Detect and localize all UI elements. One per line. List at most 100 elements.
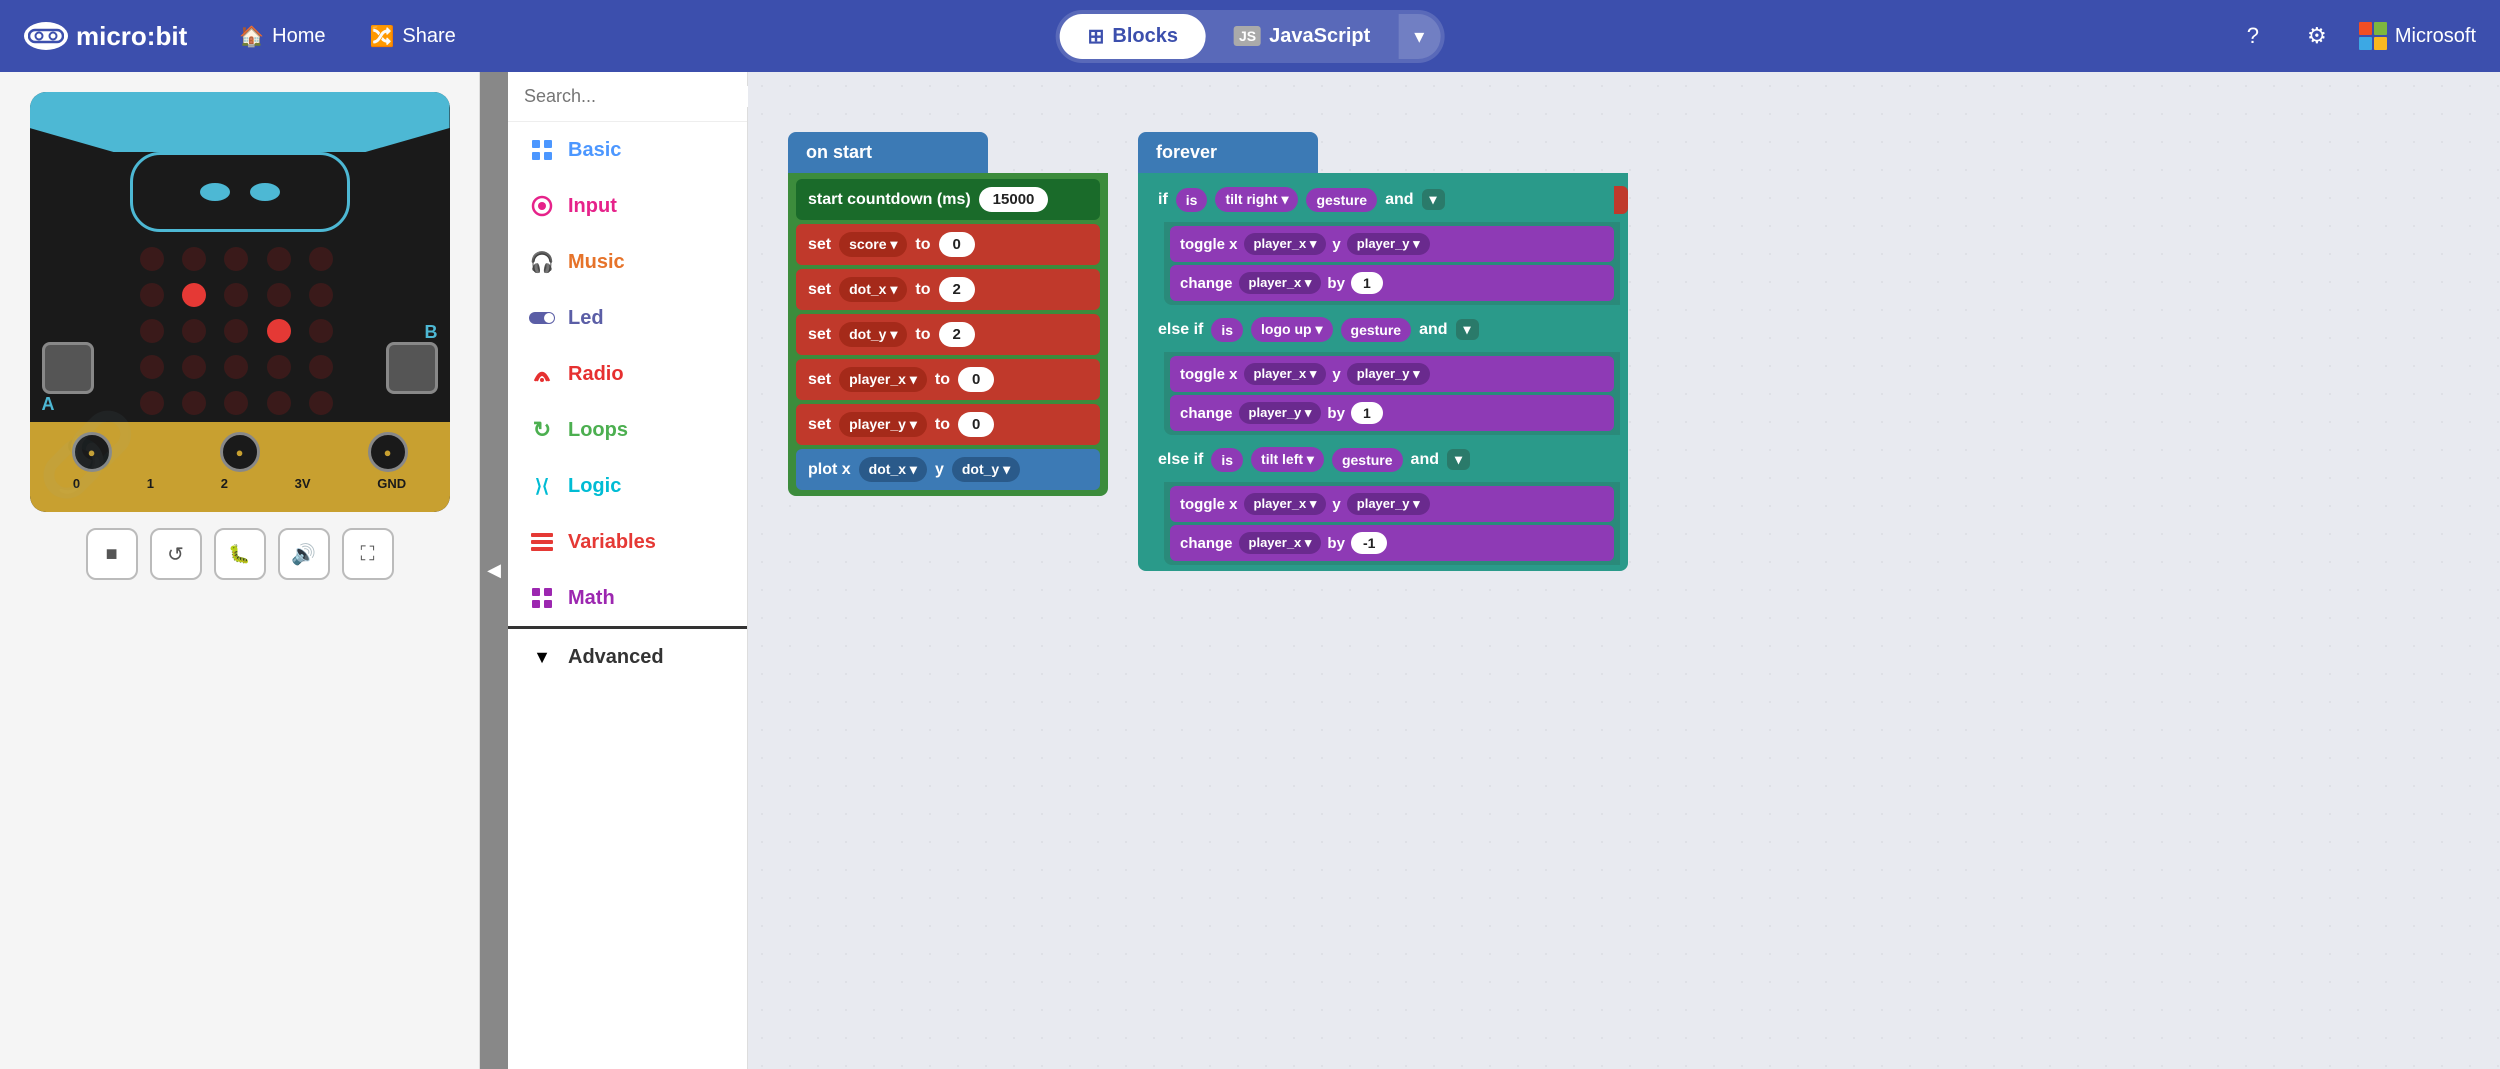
score-value[interactable]: 0 <box>939 232 975 257</box>
elseif1-change-value[interactable]: 1 <box>1351 402 1383 424</box>
restart-button[interactable]: ↺ <box>150 528 202 580</box>
elseif2-change-value[interactable]: -1 <box>1351 532 1387 554</box>
led-label: Led <box>568 307 604 330</box>
toolbox-item-input[interactable]: Input <box>508 178 747 234</box>
toolbox-item-variables[interactable]: Variables <box>508 514 747 570</box>
button-b[interactable] <box>386 342 438 394</box>
blocks-tab[interactable]: ⊞ Blocks <box>1060 14 1206 59</box>
debug-button[interactable]: 🐛 <box>214 528 266 580</box>
elseif2-and-dropdown[interactable]: ▾ <box>1447 449 1470 470</box>
elseif1-change-dropdown[interactable]: player_y ▾ <box>1239 402 1322 424</box>
elseif1-is[interactable]: is <box>1211 318 1243 342</box>
microbit-logo-svg <box>28 26 64 46</box>
input-label: Input <box>568 195 617 218</box>
elseif2-change-dropdown[interactable]: player_x ▾ <box>1239 532 1322 554</box>
elseif1-gesture-dropdown[interactable]: logo up ▾ <box>1251 317 1332 342</box>
score-dropdown[interactable]: score ▾ <box>839 232 907 257</box>
javascript-tab[interactable]: JS JavaScript <box>1206 15 1398 58</box>
fullscreen-icon: ⛶ <box>361 543 375 566</box>
dotx-dropdown[interactable]: dot_x ▾ <box>839 277 907 302</box>
change-label1: change <box>1180 275 1233 292</box>
workspace[interactable]: on start start countdown (ms) 15000 set … <box>748 72 2500 1069</box>
elseif2-playery-dropdown[interactable]: player_y ▾ <box>1347 493 1430 515</box>
toolbox-item-math[interactable]: Math <box>508 570 747 626</box>
elseif2-playerx-dropdown[interactable]: player_x ▾ <box>1244 493 1327 515</box>
share-button[interactable]: 🔀 Share <box>358 16 468 57</box>
elseif2-row: else if is tilt left ▾ gesture and ▾ <box>1146 439 1620 480</box>
collapse-sidebar-button[interactable]: ◀ <box>480 72 508 1069</box>
doty-value[interactable]: 2 <box>939 322 975 347</box>
stop-button[interactable]: ■ <box>86 528 138 580</box>
set-label-playery: set <box>808 416 831 434</box>
toolbox-item-loops[interactable]: ↻ Loops <box>508 402 747 458</box>
pin-hole-1: ● <box>220 432 260 472</box>
if1-playerx-dropdown[interactable]: player_x ▾ <box>1244 233 1327 255</box>
search-input[interactable] <box>524 86 756 107</box>
elseif2-toggle-row: toggle x player_x ▾ y player_y ▾ <box>1170 486 1614 522</box>
elseif1-and-dropdown[interactable]: ▾ <box>1456 319 1479 340</box>
button-a-container: A <box>42 342 94 415</box>
led-3-0 <box>140 355 164 379</box>
if1-row: if is tilt right ▾ gesture and ▾ <box>1146 179 1620 220</box>
sound-button[interactable]: 🔊 <box>278 528 330 580</box>
settings-button[interactable]: ⚙ <box>2295 14 2339 58</box>
restart-icon: ↺ <box>167 542 184 567</box>
elseif2-is[interactable]: is <box>1211 448 1243 472</box>
change-label3: change <box>1180 535 1233 552</box>
toolbox-item-music[interactable]: 🎧 Music <box>508 234 747 290</box>
input-icon <box>528 192 556 220</box>
toolbox-item-basic[interactable]: Basic <box>508 122 747 178</box>
y-label3: y <box>1332 496 1340 513</box>
advanced-icon: ▼ <box>528 643 556 671</box>
doty-dropdown[interactable]: dot_y ▾ <box>839 322 907 347</box>
elseif1-playerx-dropdown[interactable]: player_x ▾ <box>1244 363 1327 385</box>
toolbox-item-logic[interactable]: ⟩⟨ Logic <box>508 458 747 514</box>
main: A B ● ● ● 0 1 2 <box>0 72 2500 1069</box>
loops-label: Loops <box>568 419 628 442</box>
help-icon: ? <box>2247 23 2259 49</box>
dotx-value[interactable]: 2 <box>939 277 975 302</box>
forever-body: if is tilt right ▾ gesture and ▾ toggle … <box>1138 173 1628 571</box>
y-label1: y <box>1332 236 1340 253</box>
if1-playery-dropdown[interactable]: player_y ▾ <box>1347 233 1430 255</box>
led-1-0 <box>140 283 164 307</box>
elseif1-playery-dropdown[interactable]: player_y ▾ <box>1347 363 1430 385</box>
elseif2-gesture-dropdown[interactable]: tilt left ▾ <box>1251 447 1324 472</box>
led-0-4 <box>309 247 333 271</box>
editor-dropdown-button[interactable]: ▾ <box>1398 14 1440 59</box>
if1-is-dropdown[interactable]: is <box>1176 188 1208 212</box>
toolbox-item-radio[interactable]: Radio <box>508 346 747 402</box>
set-label-dotx: set <box>808 281 831 299</box>
set-score-row: set score ▾ to 0 <box>796 224 1100 265</box>
toolbox-item-advanced[interactable]: ▼ Advanced <box>508 626 747 685</box>
sound-icon: 🔊 <box>291 542 316 567</box>
pin-hole-2: ● <box>368 432 408 472</box>
elseif2-inner: toggle x player_x ▾ y player_y ▾ change … <box>1164 482 1620 565</box>
basic-icon <box>528 136 556 164</box>
blocks-icon: ⊞ <box>1088 24 1105 49</box>
button-a[interactable] <box>42 342 94 394</box>
playerx-dropdown[interactable]: player_x ▾ <box>839 367 927 392</box>
help-button[interactable]: ? <box>2231 14 2275 58</box>
countdown-value[interactable]: 15000 <box>979 187 1049 212</box>
if1-and-dropdown[interactable]: ▾ <box>1422 189 1445 210</box>
if1-change-value[interactable]: 1 <box>1351 272 1383 294</box>
elseif2-label: else if <box>1158 451 1203 469</box>
plot-x-dropdown[interactable]: dot_x ▾ <box>859 457 927 482</box>
if1-change-dropdown[interactable]: player_x ▾ <box>1239 272 1322 294</box>
toolbox-item-led[interactable]: Led <box>508 290 747 346</box>
bg-decoration: 🔗 <box>38 408 138 502</box>
if1-inner: toggle x player_x ▾ y player_y ▾ change … <box>1164 222 1620 305</box>
radio-label: Radio <box>568 363 624 386</box>
if1-gesture-dropdown[interactable]: tilt right ▾ <box>1215 187 1298 212</box>
device-screen <box>130 152 350 232</box>
playery-dropdown[interactable]: player_y ▾ <box>839 412 927 437</box>
forever-hat: forever <box>1138 132 1318 173</box>
led-4-0 <box>140 391 164 415</box>
playerx-value[interactable]: 0 <box>958 367 994 392</box>
home-button[interactable]: 🏠 Home <box>227 16 337 57</box>
playery-value[interactable]: 0 <box>958 412 994 437</box>
fullscreen-button[interactable]: ⛶ <box>342 528 394 580</box>
led-4-4 <box>309 391 333 415</box>
plot-y-dropdown[interactable]: dot_y ▾ <box>952 457 1020 482</box>
